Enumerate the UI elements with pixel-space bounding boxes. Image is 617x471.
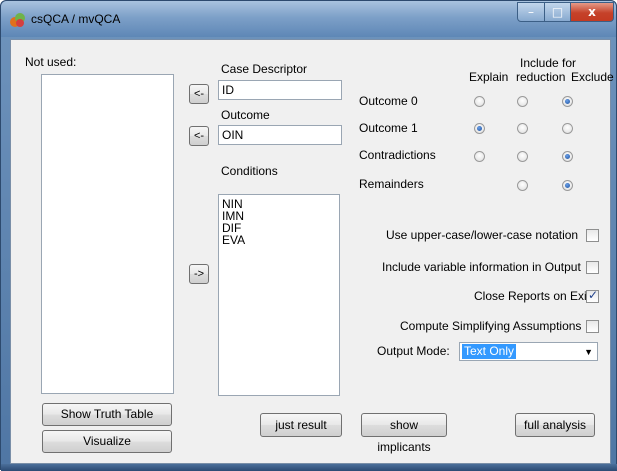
app-icon bbox=[10, 13, 25, 27]
outcome0-row-label: Outcome 0 bbox=[359, 94, 418, 108]
not-used-list[interactable] bbox=[41, 74, 174, 394]
close-button[interactable]: x bbox=[570, 2, 614, 22]
dialog-client-area: Not used: Show Truth Table Visualize <- … bbox=[10, 39, 614, 464]
list-item[interactable]: EVA bbox=[222, 234, 336, 246]
outcome1-include-radio[interactable] bbox=[517, 123, 528, 134]
chevron-down-icon[interactable]: ▼ bbox=[584, 344, 593, 360]
output-mode-selected-value: Text Only bbox=[462, 344, 517, 359]
outcome-field[interactable]: OIN bbox=[218, 125, 342, 145]
outcome-arrow-button[interactable]: <- bbox=[189, 126, 209, 146]
conditions-arrow-button[interactable]: -> bbox=[189, 264, 209, 284]
outcome1-explain-radio[interactable] bbox=[474, 123, 485, 134]
window-title: csQCA / mvQCA bbox=[31, 12, 121, 26]
conditions-list[interactable]: NIN IMN DIF EVA bbox=[218, 194, 340, 396]
remainders-exclude-radio[interactable] bbox=[562, 180, 573, 191]
conditions-label: Conditions bbox=[221, 164, 278, 178]
title-bar[interactable]: csQCA / mvQCA – □ x bbox=[1, 1, 616, 37]
show-implicants-button[interactable]: show implicants bbox=[361, 413, 447, 454]
output-mode-dropdown[interactable]: Text Only ▼ bbox=[459, 342, 598, 361]
close-reports-label: Close Reports on Exit bbox=[474, 289, 591, 303]
contradictions-exclude-radio[interactable] bbox=[562, 151, 573, 162]
minimize-button[interactable]: – bbox=[517, 2, 545, 22]
close-reports-checkbox[interactable] bbox=[586, 288, 599, 303]
contradictions-row-label: Contradictions bbox=[359, 148, 436, 162]
exclude-header: Exclude bbox=[571, 70, 614, 84]
include-var-info-checkbox[interactable] bbox=[586, 261, 599, 274]
case-descriptor-arrow-button[interactable]: <- bbox=[189, 84, 209, 104]
outcome0-exclude-radio[interactable] bbox=[562, 96, 573, 107]
case-descriptor-label: Case Descriptor bbox=[221, 62, 308, 76]
compute-simplifying-label: Compute Simplifying Assumptions bbox=[400, 319, 582, 333]
remainders-include-radio[interactable] bbox=[517, 180, 528, 191]
outcome1-exclude-radio[interactable] bbox=[562, 123, 573, 134]
include-header-line1: Include for bbox=[520, 56, 577, 70]
outcome1-row-label: Outcome 1 bbox=[359, 121, 418, 135]
show-truth-table-button[interactable]: Show Truth Table bbox=[42, 403, 172, 426]
outcome0-explain-radio[interactable] bbox=[474, 96, 485, 107]
outcome0-include-radio[interactable] bbox=[517, 96, 528, 107]
upper-lower-label: Use upper-case/lower-case notation bbox=[386, 228, 579, 242]
explain-header: Explain bbox=[469, 70, 509, 84]
remainders-row-label: Remainders bbox=[359, 177, 424, 191]
upper-lower-checkbox[interactable] bbox=[586, 229, 599, 242]
just-result-button[interactable]: just result bbox=[260, 413, 342, 437]
contradictions-include-radio[interactable] bbox=[517, 151, 528, 162]
outcome-label: Outcome bbox=[221, 108, 270, 122]
case-descriptor-field[interactable]: ID bbox=[218, 80, 342, 100]
compute-simplifying-checkbox[interactable] bbox=[586, 320, 599, 333]
visualize-button[interactable]: Visualize bbox=[42, 430, 172, 453]
include-var-info-label: Include variable information in Output bbox=[382, 260, 581, 274]
app-window: csQCA / mvQCA – □ x Not used: Show Truth… bbox=[0, 0, 617, 471]
not-used-label: Not used: bbox=[25, 55, 77, 69]
include-header-line2: reduction bbox=[516, 70, 566, 84]
full-analysis-button[interactable]: full analysis bbox=[515, 413, 595, 437]
maximize-button[interactable]: □ bbox=[544, 2, 571, 22]
output-mode-label: Output Mode: bbox=[377, 344, 450, 358]
contradictions-explain-radio[interactable] bbox=[474, 151, 485, 162]
